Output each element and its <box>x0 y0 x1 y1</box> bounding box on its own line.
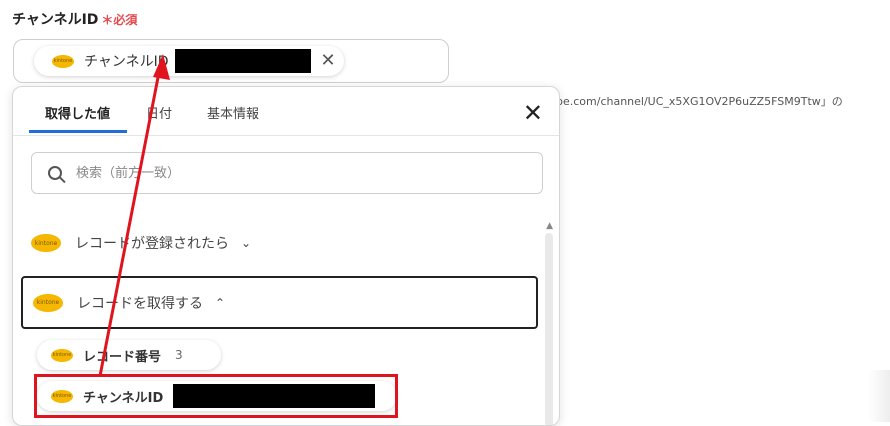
annotation-arrow <box>98 54 170 377</box>
edge-shadow <box>868 370 890 422</box>
